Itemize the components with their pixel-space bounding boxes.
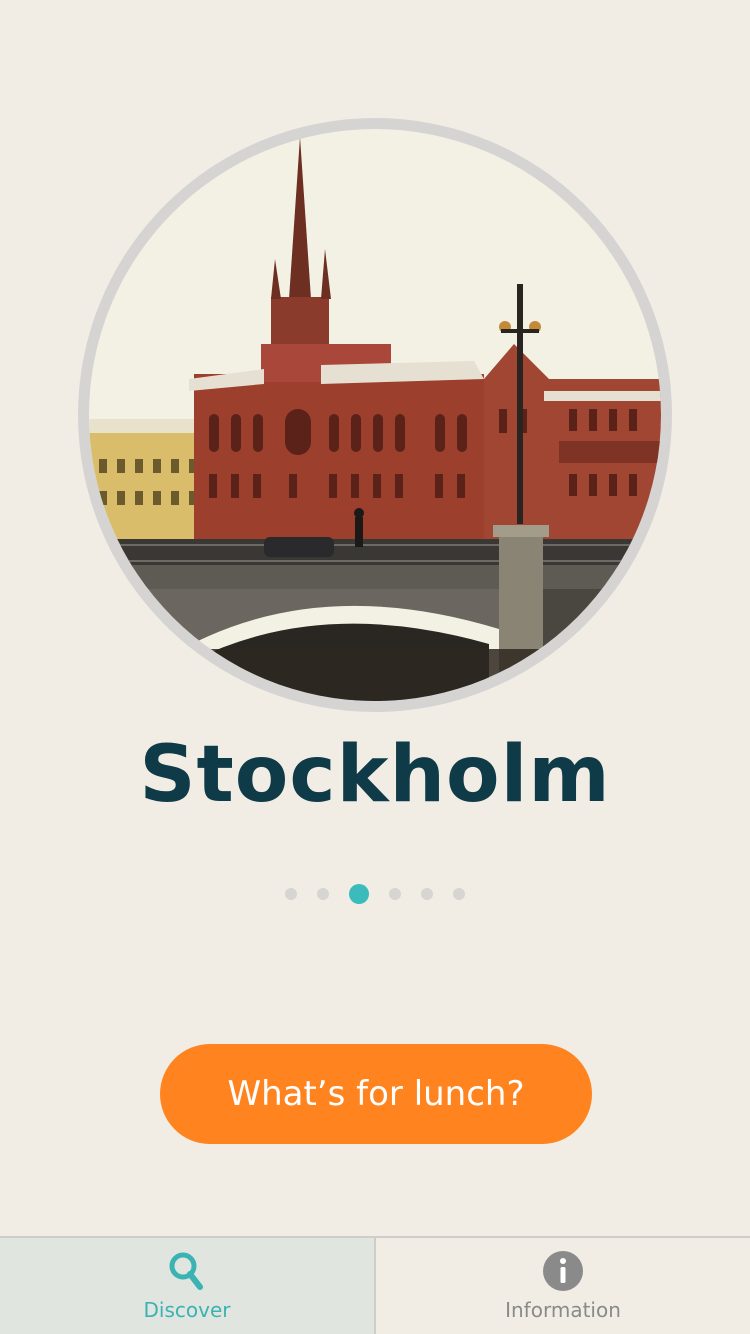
tab-discover-label: Discover — [143, 1298, 231, 1322]
stockholm-illustration — [89, 129, 661, 701]
city-title: Stockholm — [139, 730, 611, 820]
page-dot[interactable] — [453, 888, 465, 900]
whats-for-lunch-button[interactable]: What’s for lunch? — [160, 1044, 592, 1144]
tab-discover[interactable]: Discover — [0, 1238, 374, 1334]
page-dot[interactable] — [317, 888, 329, 900]
page-dot-active[interactable] — [349, 884, 369, 904]
page-dot[interactable] — [421, 888, 433, 900]
info-icon — [543, 1251, 583, 1291]
tab-bar: Discover Information — [0, 1236, 750, 1334]
search-icon — [169, 1252, 203, 1290]
page-indicator[interactable] — [0, 882, 750, 906]
discover-screen: Stockholm What’s for lunch? Discover Inf… — [0, 0, 750, 1334]
tab-information-label: Information — [505, 1298, 621, 1322]
city-photo[interactable] — [89, 129, 661, 701]
tab-information[interactable]: Information — [374, 1238, 750, 1334]
page-dot[interactable] — [285, 888, 297, 900]
page-dot[interactable] — [389, 888, 401, 900]
